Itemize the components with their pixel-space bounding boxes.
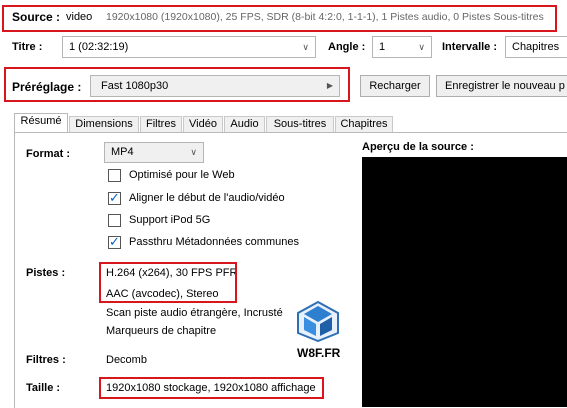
preview-label: Aperçu de la source : bbox=[362, 141, 474, 153]
intervalle-dropdown[interactable]: Chapitres bbox=[505, 36, 567, 58]
reload-button[interactable]: Recharger bbox=[360, 75, 430, 97]
web-optimized-label: Optimisé pour le Web bbox=[129, 169, 235, 181]
format-value: MP4 bbox=[111, 146, 134, 158]
filtres-value: Decomb bbox=[106, 354, 147, 366]
w8f-logo-icon bbox=[297, 300, 339, 342]
angle-label: Angle : bbox=[328, 41, 366, 53]
tab-audio[interactable]: Audio bbox=[224, 116, 265, 133]
angle-value: 1 bbox=[379, 41, 386, 53]
save-preset-button[interactable]: Enregistrer le nouveau p bbox=[436, 75, 567, 97]
format-label: Format : bbox=[26, 148, 70, 160]
preset-highlight-box bbox=[4, 67, 350, 102]
checkmark-icon: ✓ bbox=[109, 234, 120, 249]
checkmark-icon: ✓ bbox=[109, 190, 120, 205]
ipod-checkbox[interactable] bbox=[108, 214, 121, 227]
tab-dimensions[interactable]: Dimensions bbox=[69, 116, 139, 133]
taille-highlight-box bbox=[99, 377, 324, 399]
pistes-highlight-box bbox=[99, 262, 237, 303]
pistes-chapters-line: Marqueurs de chapitre bbox=[106, 325, 217, 337]
align-av-checkbox[interactable]: ✓ bbox=[108, 190, 121, 205]
intervalle-label: Intervalle : bbox=[442, 41, 498, 53]
align-av-label: Aligner le début de l'audio/vidéo bbox=[129, 192, 285, 204]
w8f-logo-text: W8F.FR bbox=[297, 346, 341, 360]
format-dropdown[interactable]: MP4 ∨ bbox=[104, 142, 204, 163]
chevron-down-icon: ∨ bbox=[190, 147, 197, 157]
tab-sous-titres[interactable]: Sous-titres bbox=[266, 116, 334, 133]
metadata-passthru-label: Passthru Métadonnées communes bbox=[129, 236, 299, 248]
chevron-down-icon: ∨ bbox=[418, 42, 425, 52]
titre-dropdown[interactable]: 1 (02:32:19) ∨ bbox=[62, 36, 316, 58]
web-optimized-checkbox[interactable] bbox=[108, 169, 121, 182]
titre-value: 1 (02:32:19) bbox=[69, 41, 129, 53]
metadata-passthru-checkbox[interactable]: ✓ bbox=[108, 234, 121, 249]
source-highlight-box bbox=[2, 5, 557, 32]
tab-chapitres[interactable]: Chapitres bbox=[335, 116, 393, 133]
preview-area bbox=[362, 157, 567, 407]
tab-video[interactable]: Vidéo bbox=[183, 116, 223, 133]
pistes-foreign-scan-line: Scan piste audio étrangère, Incrusté bbox=[106, 307, 283, 319]
titre-label: Titre : bbox=[12, 41, 43, 53]
tab-filtres[interactable]: Filtres bbox=[140, 116, 182, 133]
filtres-label: Filtres : bbox=[26, 354, 66, 366]
tab-resume[interactable]: Résumé bbox=[14, 113, 68, 133]
intervalle-value: Chapitres bbox=[512, 41, 560, 53]
chevron-down-icon: ∨ bbox=[302, 42, 309, 52]
pistes-label: Pistes : bbox=[26, 267, 66, 279]
ipod-label: Support iPod 5G bbox=[129, 214, 211, 226]
taille-label: Taille : bbox=[26, 382, 61, 394]
angle-dropdown[interactable]: 1 ∨ bbox=[372, 36, 432, 58]
